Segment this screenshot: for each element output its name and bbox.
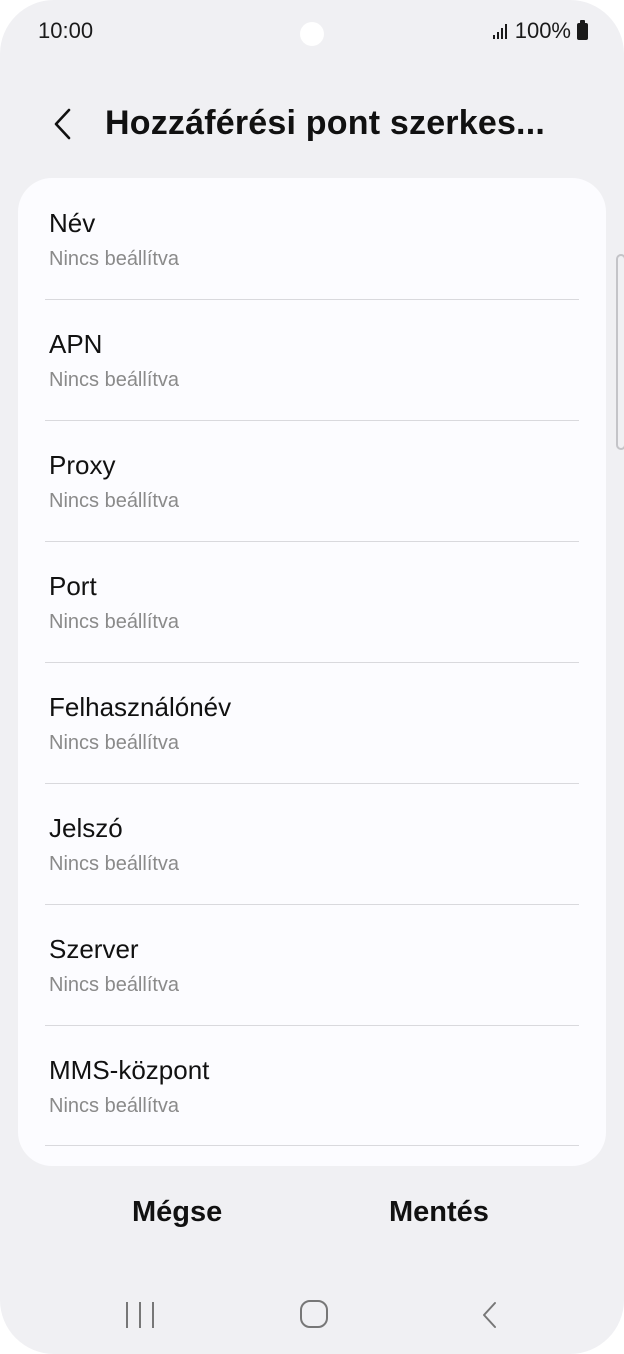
page-title: Hozzáférési pont szerkes... [105, 104, 545, 142]
recent-apps-icon[interactable] [126, 1302, 154, 1328]
status-indicators: 100% [492, 18, 588, 44]
list-item-value: Nincs beállítva [49, 369, 180, 391]
list-item-value: Nincs beállítva [49, 853, 180, 875]
list-item-value: Nincs beállítva [49, 611, 180, 633]
list-item-value: Nincs beállítva [49, 974, 180, 996]
front-camera [300, 22, 324, 46]
chevron-left-icon [54, 108, 71, 140]
divider [45, 1145, 579, 1146]
back-icon[interactable] [478, 1300, 502, 1330]
settings-list: Név Nincs beállítva APN Nincs beállítva … [18, 178, 606, 1166]
list-item-label: MMS-központ [49, 1055, 210, 1085]
list-item-value: Nincs beállítva [49, 732, 180, 754]
list-item-value: Nincs beállítva [49, 248, 180, 270]
battery-percentage: 100% [514, 18, 571, 43]
signal-icon [492, 23, 507, 39]
scrollbar[interactable] [616, 254, 624, 450]
navigation-bar [0, 1280, 624, 1350]
list-item-mmsc[interactable]: MMS-központ Nincs beállítva [18, 1025, 606, 1146]
list-item-label: Szerver [49, 934, 139, 964]
phone-screen: 10:00 100% Hozzáférési pont szerkes... N… [0, 0, 624, 1354]
list-item-port[interactable]: Port Nincs beállítva [18, 541, 606, 662]
list-item-server[interactable]: Szerver Nincs beállítva [18, 904, 606, 1025]
list-item-apn[interactable]: APN Nincs beállítva [18, 299, 606, 420]
back-button[interactable] [42, 104, 82, 144]
save-button[interactable]: Mentés [389, 1196, 489, 1229]
list-item-value: Nincs beállítva [49, 1095, 180, 1117]
list-item-proxy[interactable]: Proxy Nincs beállítva [18, 420, 606, 541]
list-item-password[interactable]: Jelszó Nincs beállítva [18, 783, 606, 904]
battery-icon [577, 19, 588, 40]
list-item-username[interactable]: Felhasználónév Nincs beállítva [18, 662, 606, 783]
list-item-label: Jelszó [49, 813, 123, 843]
home-icon[interactable] [300, 1300, 328, 1328]
list-item-label: Felhasználónév [49, 692, 232, 722]
list-item-label: APN [49, 329, 103, 359]
list-item-value: Nincs beállítva [49, 490, 180, 512]
list-item-label: Port [49, 571, 97, 601]
header: Hozzáférési pont szerkes... [0, 90, 624, 160]
status-time: 10:00 [38, 18, 94, 43]
list-item-label: Proxy [49, 450, 116, 480]
cancel-button[interactable]: Mégse [132, 1196, 222, 1229]
list-item-label: Név [49, 208, 96, 238]
status-bar: 10:00 100% [0, 0, 624, 66]
list-item-name[interactable]: Név Nincs beállítva [18, 178, 606, 299]
